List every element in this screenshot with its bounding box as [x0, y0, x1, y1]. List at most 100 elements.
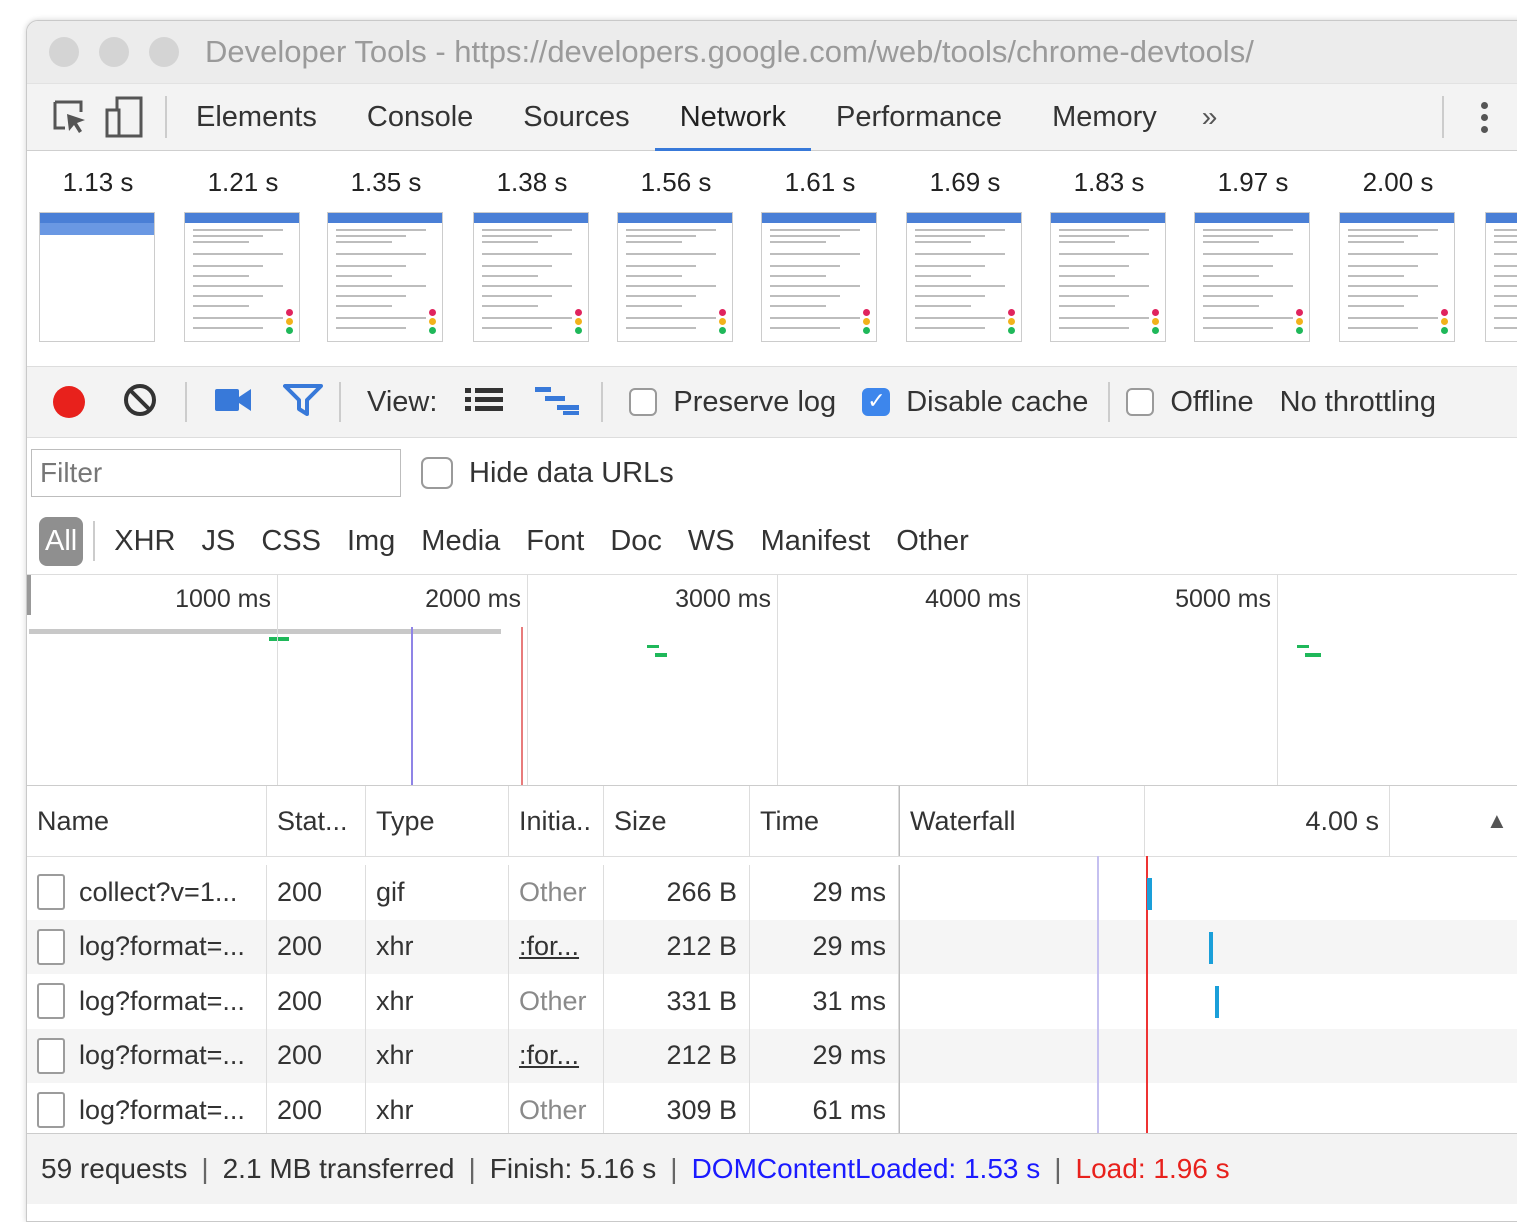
request-count: 59 requests: [41, 1153, 188, 1184]
summary-bar: 59 requests | 2.1 MB transferred | Finis…: [27, 1133, 1517, 1204]
cell-type: gif: [366, 865, 509, 920]
cell-initiator[interactable]: :for...: [509, 1028, 604, 1083]
sort-ascending-icon[interactable]: ▲: [1390, 786, 1517, 856]
large-rows-icon[interactable]: [465, 386, 504, 419]
cell-initiator: Other: [509, 865, 604, 920]
tab-elements[interactable]: Elements: [171, 84, 342, 150]
hide-data-urls-checkbox[interactable]: [421, 457, 453, 489]
file-icon: [37, 928, 65, 965]
tab-network[interactable]: Network: [654, 84, 812, 151]
column-size[interactable]: Size: [604, 786, 750, 856]
filmstrip-frame[interactable]: 1.13 s: [39, 167, 157, 342]
waterfall-view-icon[interactable]: [535, 385, 580, 420]
cell-status: 200: [267, 974, 366, 1029]
column-waterfall[interactable]: Waterfall: [899, 786, 1145, 856]
type-filter-font[interactable]: Font: [513, 525, 597, 558]
type-filter-manifest[interactable]: Manifest: [748, 525, 884, 558]
request-name: log?format=...: [79, 931, 245, 962]
column-initiator[interactable]: Initia..: [509, 786, 604, 856]
type-filter-media[interactable]: Media: [408, 525, 513, 558]
column-name[interactable]: Name: [27, 786, 267, 856]
cell-time: 29 ms: [750, 865, 899, 920]
filmstrip-frame[interactable]: 1.83 s: [1050, 167, 1168, 342]
overview-request-bar: [1305, 653, 1321, 657]
filmstrip-thumbnail: [1194, 212, 1310, 342]
overview-request-bar: [655, 653, 667, 657]
record-icon[interactable]: [53, 386, 85, 418]
filmstrip-frame[interactable]: 1.61 s: [761, 167, 879, 342]
overview-tick-label: 2000 ms: [425, 585, 521, 613]
filmstrip-frame[interactable]: 2: [1485, 167, 1517, 342]
file-icon: [37, 1092, 65, 1129]
type-filter-js[interactable]: JS: [188, 525, 248, 558]
table-row[interactable]: log?format=... 200 xhr:for... 212 B 29 ms: [27, 919, 1517, 974]
throttling-select[interactable]: No throttling: [1280, 386, 1436, 419]
inspect-element-icon[interactable]: [51, 98, 89, 136]
preserve-log-checkbox[interactable]: [629, 388, 658, 416]
tab-console[interactable]: Console: [342, 84, 498, 150]
cell-initiator[interactable]: :for...: [509, 919, 604, 974]
type-filter-xhr[interactable]: XHR: [101, 525, 188, 558]
clear-icon[interactable]: [123, 383, 157, 422]
filmstrip-thumbnail: [761, 212, 877, 342]
close-window-button[interactable]: [49, 37, 79, 67]
view-label: View:: [367, 385, 438, 418]
requests-table: Name Stat... Type Initia.. Size Time Wat…: [27, 786, 1517, 1146]
load-event-marker: [521, 627, 523, 785]
overview-left-handle[interactable]: [27, 575, 31, 615]
cell-name: log?format=...: [27, 919, 267, 974]
filmstrip-frame[interactable]: 1.38 s: [473, 167, 591, 342]
filmstrip-frame-time: 1.35 s: [350, 167, 422, 197]
type-filter-doc[interactable]: Doc: [597, 525, 675, 558]
overview-gridline: [527, 575, 528, 785]
filmstrip-thumbnail: [617, 212, 733, 342]
type-filter-ws[interactable]: WS: [675, 525, 748, 558]
filter-input[interactable]: [31, 449, 401, 497]
type-filter-css[interactable]: CSS: [248, 525, 334, 558]
more-options-icon[interactable]: [1480, 101, 1488, 133]
file-icon: [37, 874, 65, 911]
tab-performance[interactable]: Performance: [811, 84, 1027, 150]
table-row[interactable]: log?format=... 200 xhr:for... 212 B 29 ms: [27, 1028, 1517, 1083]
timeline-overview[interactable]: 1000 ms2000 ms3000 ms4000 ms5000 ms6000 …: [27, 575, 1517, 786]
column-status[interactable]: Stat...: [267, 786, 366, 856]
disable-cache-checkbox[interactable]: [862, 388, 891, 416]
filmstrip-frame[interactable]: 1.21 s: [184, 167, 302, 342]
window-title: Developer Tools - https://developers.goo…: [205, 34, 1254, 69]
tabbar-menu-area: [1442, 96, 1517, 138]
type-filter-img[interactable]: Img: [334, 525, 408, 558]
table-row[interactable]: collect?v=1... 200 gif Other 266 B 29 ms: [27, 865, 1517, 920]
overview-tick-label: 1000 ms: [175, 585, 271, 613]
cell-name: collect?v=1...: [27, 865, 267, 920]
tab-memory[interactable]: Memory: [1027, 84, 1182, 150]
dom-content-loaded-time: DOMContentLoaded: 1.53 s: [691, 1153, 1041, 1184]
filmstrip-frame[interactable]: 2.00 s: [1339, 167, 1457, 342]
filmstrip-frame[interactable]: 1.69 s: [906, 167, 1024, 342]
filmstrip-frame[interactable]: 1.56 s: [617, 167, 735, 342]
capture-screenshots-icon[interactable]: [215, 387, 253, 418]
tab-sources[interactable]: Sources: [498, 84, 654, 150]
requests-rows: collect?v=1... 200 gif Other 266 B 29 ms log?f…: [27, 865, 1517, 1138]
overview-tick-label: 4000 ms: [925, 585, 1021, 613]
overview-request-bar: [269, 637, 289, 641]
offline-checkbox[interactable]: [1126, 388, 1155, 416]
filter-icon[interactable]: [283, 383, 323, 422]
device-toolbar-icon[interactable]: [105, 96, 145, 138]
waterfall-scale-label: 4.00 s: [1145, 786, 1390, 856]
more-tabs-icon[interactable]: »: [1182, 84, 1238, 150]
type-filter-other[interactable]: Other: [883, 525, 982, 558]
filmstrip-frame[interactable]: 1.35 s: [327, 167, 445, 342]
cell-status: 200: [267, 1028, 366, 1083]
cell-waterfall: [899, 865, 1517, 920]
column-type[interactable]: Type: [366, 786, 509, 856]
filmstrip-frame[interactable]: 1.97 s: [1194, 167, 1312, 342]
cell-name: log?format=...: [27, 1028, 267, 1083]
type-filter-all[interactable]: All: [39, 516, 84, 566]
table-row[interactable]: log?format=... 200 xhr Other 309 B 61 ms: [27, 1083, 1517, 1138]
column-time[interactable]: Time: [750, 786, 899, 856]
minimize-window-button[interactable]: [99, 37, 129, 67]
overview-request-bar: [1297, 645, 1309, 648]
table-row[interactable]: log?format=... 200 xhr Other 331 B 31 ms: [27, 974, 1517, 1029]
screenshot-filmstrip: 1.13 s 1.21 s 1.35 s 1.38 s 1.56 s 1.61 s 1.69…: [27, 151, 1517, 367]
zoom-window-button[interactable]: [149, 37, 179, 67]
